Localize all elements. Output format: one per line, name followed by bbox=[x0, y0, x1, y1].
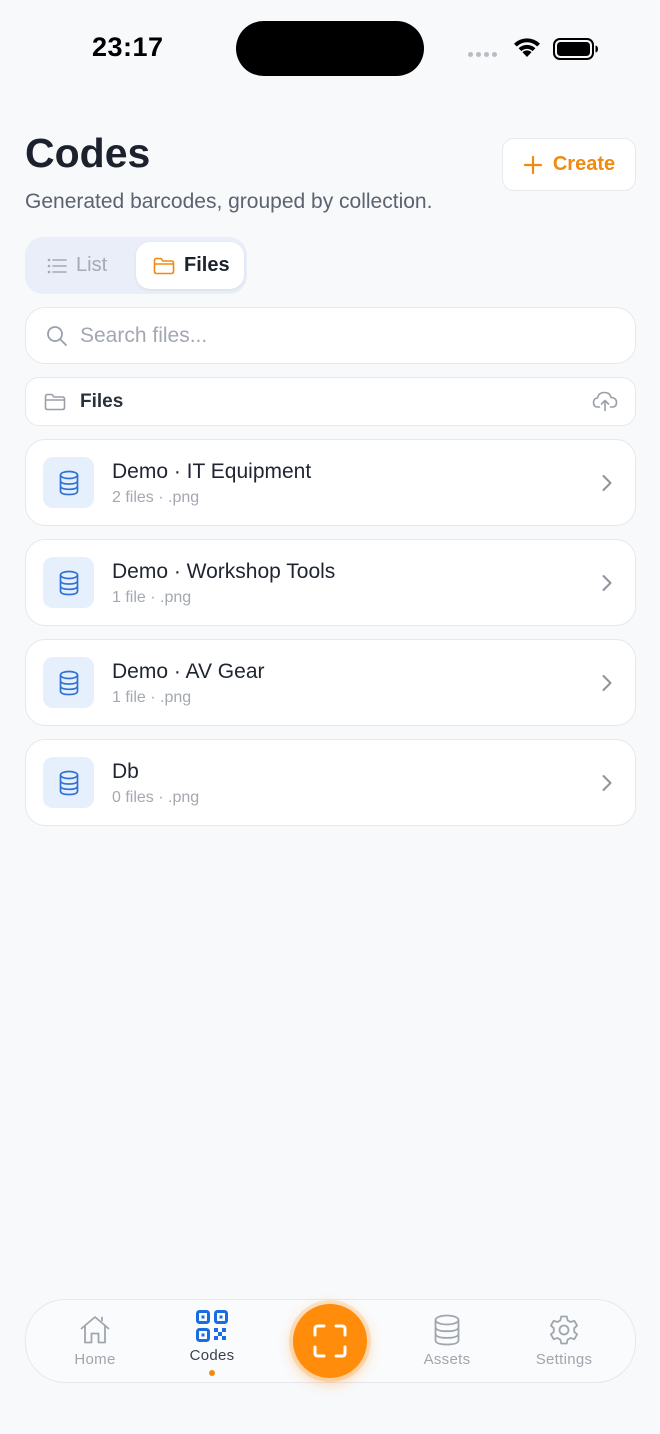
view-toggle-list[interactable]: List bbox=[47, 242, 107, 289]
folder-icon bbox=[153, 257, 175, 274]
collection-row[interactable]: Demo · Workshop Tools 1 file · .png bbox=[25, 539, 636, 626]
search-box bbox=[25, 307, 636, 364]
tab-home[interactable]: Home bbox=[45, 1314, 145, 1368]
scan-button[interactable] bbox=[293, 1304, 367, 1378]
database-icon bbox=[59, 670, 78, 695]
battery-icon bbox=[553, 38, 598, 60]
tab-settings[interactable]: Settings bbox=[514, 1314, 614, 1368]
files-section-label: Files bbox=[80, 390, 124, 412]
tab-codes-label: Codes bbox=[189, 1347, 235, 1364]
plus-icon bbox=[523, 155, 542, 174]
tab-codes[interactable]: Codes bbox=[162, 1310, 262, 1376]
collection-badge bbox=[43, 557, 94, 608]
status-bar: 23:17 bbox=[0, 0, 660, 96]
collection-badge bbox=[43, 657, 94, 708]
collection-title: Demo · AV Gear bbox=[112, 660, 265, 683]
tab-settings-label: Settings bbox=[535, 1351, 593, 1368]
view-toggle-files-label: Files bbox=[184, 254, 230, 276]
tab-home-label: Home bbox=[74, 1351, 116, 1368]
page-subtitle: Generated barcodes, grouped by collectio… bbox=[25, 190, 433, 213]
page-title: Codes bbox=[25, 130, 151, 176]
collection-row[interactable]: Demo · IT Equipment 2 files · .png bbox=[25, 439, 636, 526]
create-button[interactable]: Create bbox=[502, 138, 636, 191]
list-icon bbox=[47, 258, 67, 273]
collection-meta: 0 files · .png bbox=[112, 789, 200, 806]
collection-title: Demo · Workshop Tools bbox=[112, 560, 336, 583]
chevron-right-icon bbox=[602, 575, 612, 591]
database-icon bbox=[434, 1314, 460, 1346]
scan-icon bbox=[313, 1324, 347, 1358]
dynamic-island bbox=[236, 21, 424, 76]
cellular-signal-icon bbox=[468, 52, 497, 57]
wifi-icon bbox=[514, 38, 540, 57]
chevron-right-icon bbox=[602, 675, 612, 691]
cloud-upload-icon[interactable] bbox=[592, 390, 618, 412]
collection-meta: 2 files · .png bbox=[112, 489, 200, 506]
view-toggle-files[interactable]: Files bbox=[136, 242, 244, 289]
collection-list: Demo · IT Equipment 2 files · .png Demo … bbox=[25, 439, 636, 839]
gear-icon bbox=[550, 1315, 578, 1345]
collection-title: Demo · IT Equipment bbox=[112, 460, 312, 483]
collection-badge bbox=[43, 457, 94, 508]
chevron-right-icon bbox=[602, 475, 612, 491]
collection-badge bbox=[43, 757, 94, 808]
home-icon bbox=[80, 1316, 110, 1344]
collection-meta: 1 file · .png bbox=[112, 689, 192, 706]
status-time: 23:17 bbox=[92, 32, 164, 62]
database-icon bbox=[59, 470, 78, 495]
collection-row[interactable]: Demo · AV Gear 1 file · .png bbox=[25, 639, 636, 726]
folder-icon bbox=[44, 393, 66, 410]
bottom-tab-bar: Home Codes Assets Settings bbox=[25, 1299, 636, 1383]
collection-title: Db bbox=[112, 760, 139, 783]
view-toggle-list-label: List bbox=[76, 254, 108, 276]
search-input[interactable] bbox=[80, 323, 580, 348]
database-icon bbox=[59, 570, 78, 595]
codes-screen: 23:17 Codes Generated barcodes, grouped … bbox=[0, 0, 660, 1434]
files-section-header: Files bbox=[25, 377, 636, 426]
collection-row[interactable]: Db 0 files · .png bbox=[25, 739, 636, 826]
active-tab-indicator bbox=[209, 1370, 215, 1376]
create-button-label: Create bbox=[552, 153, 616, 175]
database-icon bbox=[59, 770, 78, 795]
view-toggle: List Files bbox=[25, 237, 247, 294]
tab-assets[interactable]: Assets bbox=[397, 1314, 497, 1368]
tab-assets-label: Assets bbox=[423, 1351, 471, 1368]
qr-code-icon bbox=[196, 1310, 228, 1342]
search-icon bbox=[47, 325, 67, 346]
chevron-right-icon bbox=[602, 775, 612, 791]
collection-meta: 1 file · .png bbox=[112, 589, 192, 606]
